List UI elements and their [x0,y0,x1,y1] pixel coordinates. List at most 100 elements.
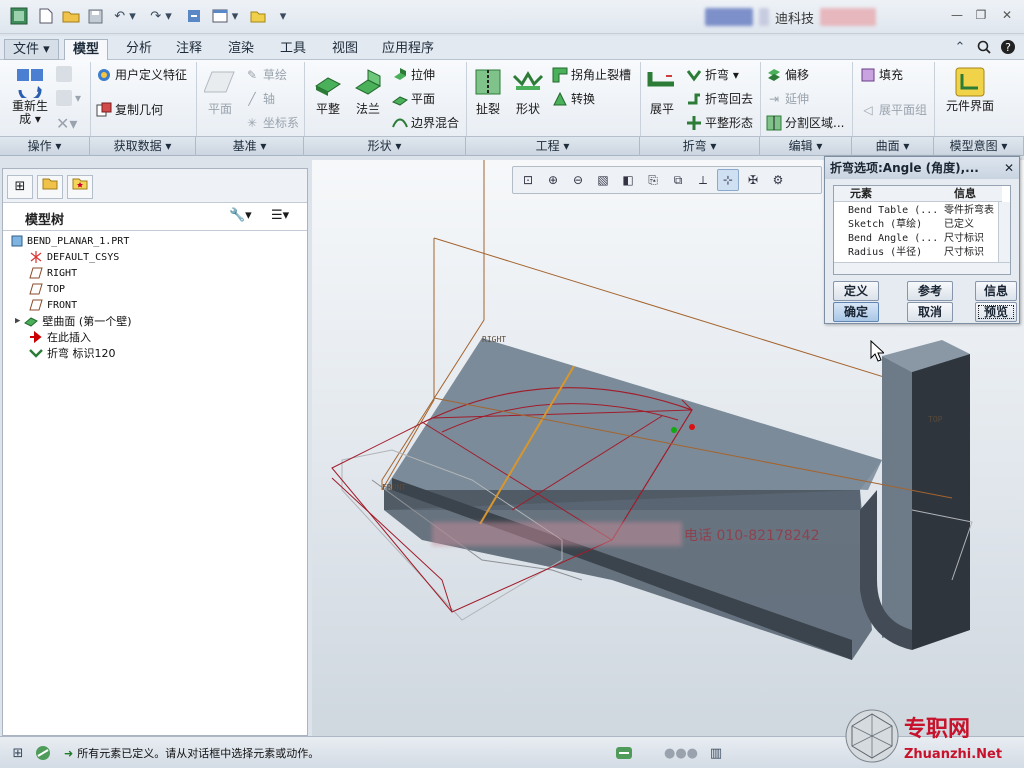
tree-show-icon[interactable]: ☰▾ [271,208,289,223]
unbend-button[interactable]: 展平 [644,66,680,117]
folder-browser-tab-icon[interactable] [37,175,63,199]
tree-settings-icon[interactable]: 🔧▾ [229,208,252,223]
tree-item-right[interactable]: RIGHT [29,265,77,281]
table-row-element[interactable]: Bend Angle (... [848,232,938,246]
view-manager-icon[interactable]: ⧉ [667,169,689,191]
group-design-intent[interactable]: 模型意图 ▾ [934,137,1024,156]
group-editing[interactable]: 编辑 ▾ [760,137,852,156]
tab-model[interactable]: 模型 [64,39,109,60]
delete-icon[interactable]: ✕▾ [56,114,77,133]
flat-state-button[interactable]: 平整形态 [686,114,753,131]
copy-geometry-button[interactable]: 复制几何 [96,101,163,118]
help-icon[interactable]: ? [998,37,1018,57]
ok-button[interactable]: 确定 [833,302,879,322]
tab-render[interactable]: 渲染 [220,39,262,60]
minimize-button[interactable]: — [946,6,968,24]
fill-button[interactable]: 填充 [860,66,903,83]
appearance-icon[interactable]: ⚙ [767,169,789,191]
group-datum[interactable]: 基准 ▾ [196,137,304,156]
maximize-button[interactable]: ❐ [970,6,992,24]
minimize-ribbon-icon[interactable]: ⌃ [950,37,970,57]
form-button[interactable]: 形状 [510,66,546,117]
extrude-button[interactable]: 拉伸 [392,66,435,83]
tree-item-front[interactable]: FRONT [29,297,77,313]
tree-item-part[interactable]: BEND_PLANAR_1.PRT [11,233,129,249]
sketch-button[interactable]: ✎ 草绘 [244,66,287,83]
datum-display-icon[interactable]: ⟂ [692,169,714,191]
copy-icon[interactable] [56,66,72,82]
part-interface-button[interactable]: 元件界面 [946,66,994,113]
tree-item-insert-here[interactable]: 在此插入 [29,329,91,345]
refit-icon[interactable]: ⊡ [517,169,539,191]
tab-applications[interactable]: 应用程序 [374,39,442,60]
tab-file[interactable]: 文件 ▾ [4,39,59,60]
split-area-button[interactable]: 分割区域... [766,114,844,131]
group-operations[interactable]: 操作 ▾ [0,137,90,156]
regenerate-icon[interactable] [184,6,204,26]
group-bends[interactable]: 折弯 ▾ [640,137,760,156]
redo-icon[interactable]: ↷ ▾ [146,6,176,26]
regenerate-button[interactable]: 重新生成 ▾ [8,66,52,126]
preview-button[interactable]: 预览 [975,302,1017,322]
close-button[interactable]: ✕ [996,6,1018,24]
group-engineering[interactable]: 工程 ▾ [466,137,640,156]
table-vertical-scrollbar[interactable] [998,202,1010,262]
tab-annotate[interactable]: 注释 [168,39,210,60]
favorites-tab-icon[interactable] [67,175,93,199]
axis-button[interactable]: ╱ 轴 [244,90,275,107]
udf-button[interactable]: 用户定义特征 [96,66,187,83]
app-logo-icon[interactable] [8,6,30,26]
repaint-icon[interactable]: ▧ [592,169,614,191]
csys-button[interactable]: ✳ 坐标系 [244,114,299,131]
flange-wall-button[interactable]: 法兰 [350,66,386,117]
flat-wall-button[interactable]: 平整 [310,66,346,117]
rip-button[interactable]: 扯裂 [470,66,506,117]
zoom-in-icon[interactable]: ⊕ [542,169,564,191]
model-tree-tab-icon[interactable]: ⊞ [7,175,33,199]
selection-filter-icon[interactable]: ▥ [704,743,728,763]
flat-pattern-button[interactable]: ◁ 展平面组 [860,101,927,118]
tree-item-bend[interactable]: 折弯 标识120 [29,345,116,361]
saved-views-icon[interactable]: ⎘ [642,169,664,191]
table-row-element[interactable]: Radius (半径) [848,246,922,260]
cancel-button[interactable]: 取消 [907,302,953,322]
tab-analysis[interactable]: 分析 [118,39,160,60]
planar-button[interactable]: 平面 [392,90,435,107]
offset-button[interactable]: 偏移 [766,66,809,83]
boundary-blend-button[interactable]: 边界混合 [392,114,459,131]
close-window-icon[interactable] [248,6,268,26]
tree-toggle-icon[interactable]: ⊞ [8,743,28,763]
new-file-icon[interactable] [36,6,56,26]
table-row-element[interactable]: Bend Table (... [848,204,938,218]
search-icon[interactable] [974,37,994,57]
tree-item-top[interactable]: TOP [29,281,65,297]
expand-arrow-icon[interactable]: ▶ [15,316,20,326]
undo-icon[interactable]: ↶ ▾ [110,6,140,26]
datum-plane-button[interactable]: 平面 [200,66,240,117]
tree-item-first-wall[interactable]: ▶ 壁曲面 (第一个壁) [15,313,132,329]
open-folder-icon[interactable] [60,6,82,26]
group-get-data[interactable]: 获取数据 ▾ [90,137,196,156]
save-icon[interactable] [85,6,105,26]
spin-center-icon[interactable]: ✠ [742,169,764,191]
tree-item-default-csys[interactable]: DEFAULT_CSYS [29,249,119,265]
dialog-close-icon[interactable]: ✕ [1004,157,1014,179]
tab-tools[interactable]: 工具 [272,39,314,60]
bend-button[interactable]: 折弯 ▾ [686,66,739,83]
windows-icon[interactable]: ▾ [208,6,242,26]
group-surfaces[interactable]: 曲面 ▾ [852,137,934,156]
browser-toggle-icon[interactable] [32,743,54,763]
corner-relief-button[interactable]: 拐角止裂槽 [552,66,631,83]
annotation-display-icon[interactable]: ⊹ [717,169,739,191]
table-horizontal-scrollbar[interactable] [834,262,1010,274]
tab-view[interactable]: 视图 [324,39,366,60]
regen-status-icon[interactable] [612,743,636,763]
info-button[interactable]: 信息 [975,281,1017,301]
zoom-out-icon[interactable]: ⊖ [567,169,589,191]
bend-back-button[interactable]: 折弯回去 [686,90,753,107]
refs-button[interactable]: 参考 [907,281,953,301]
customize-toolbar-icon[interactable]: ▾ [276,6,290,26]
group-shapes[interactable]: 形状 ▾ [304,137,466,156]
display-style-icon[interactable]: ◧ [617,169,639,191]
convert-button[interactable]: 转换 [552,90,595,107]
